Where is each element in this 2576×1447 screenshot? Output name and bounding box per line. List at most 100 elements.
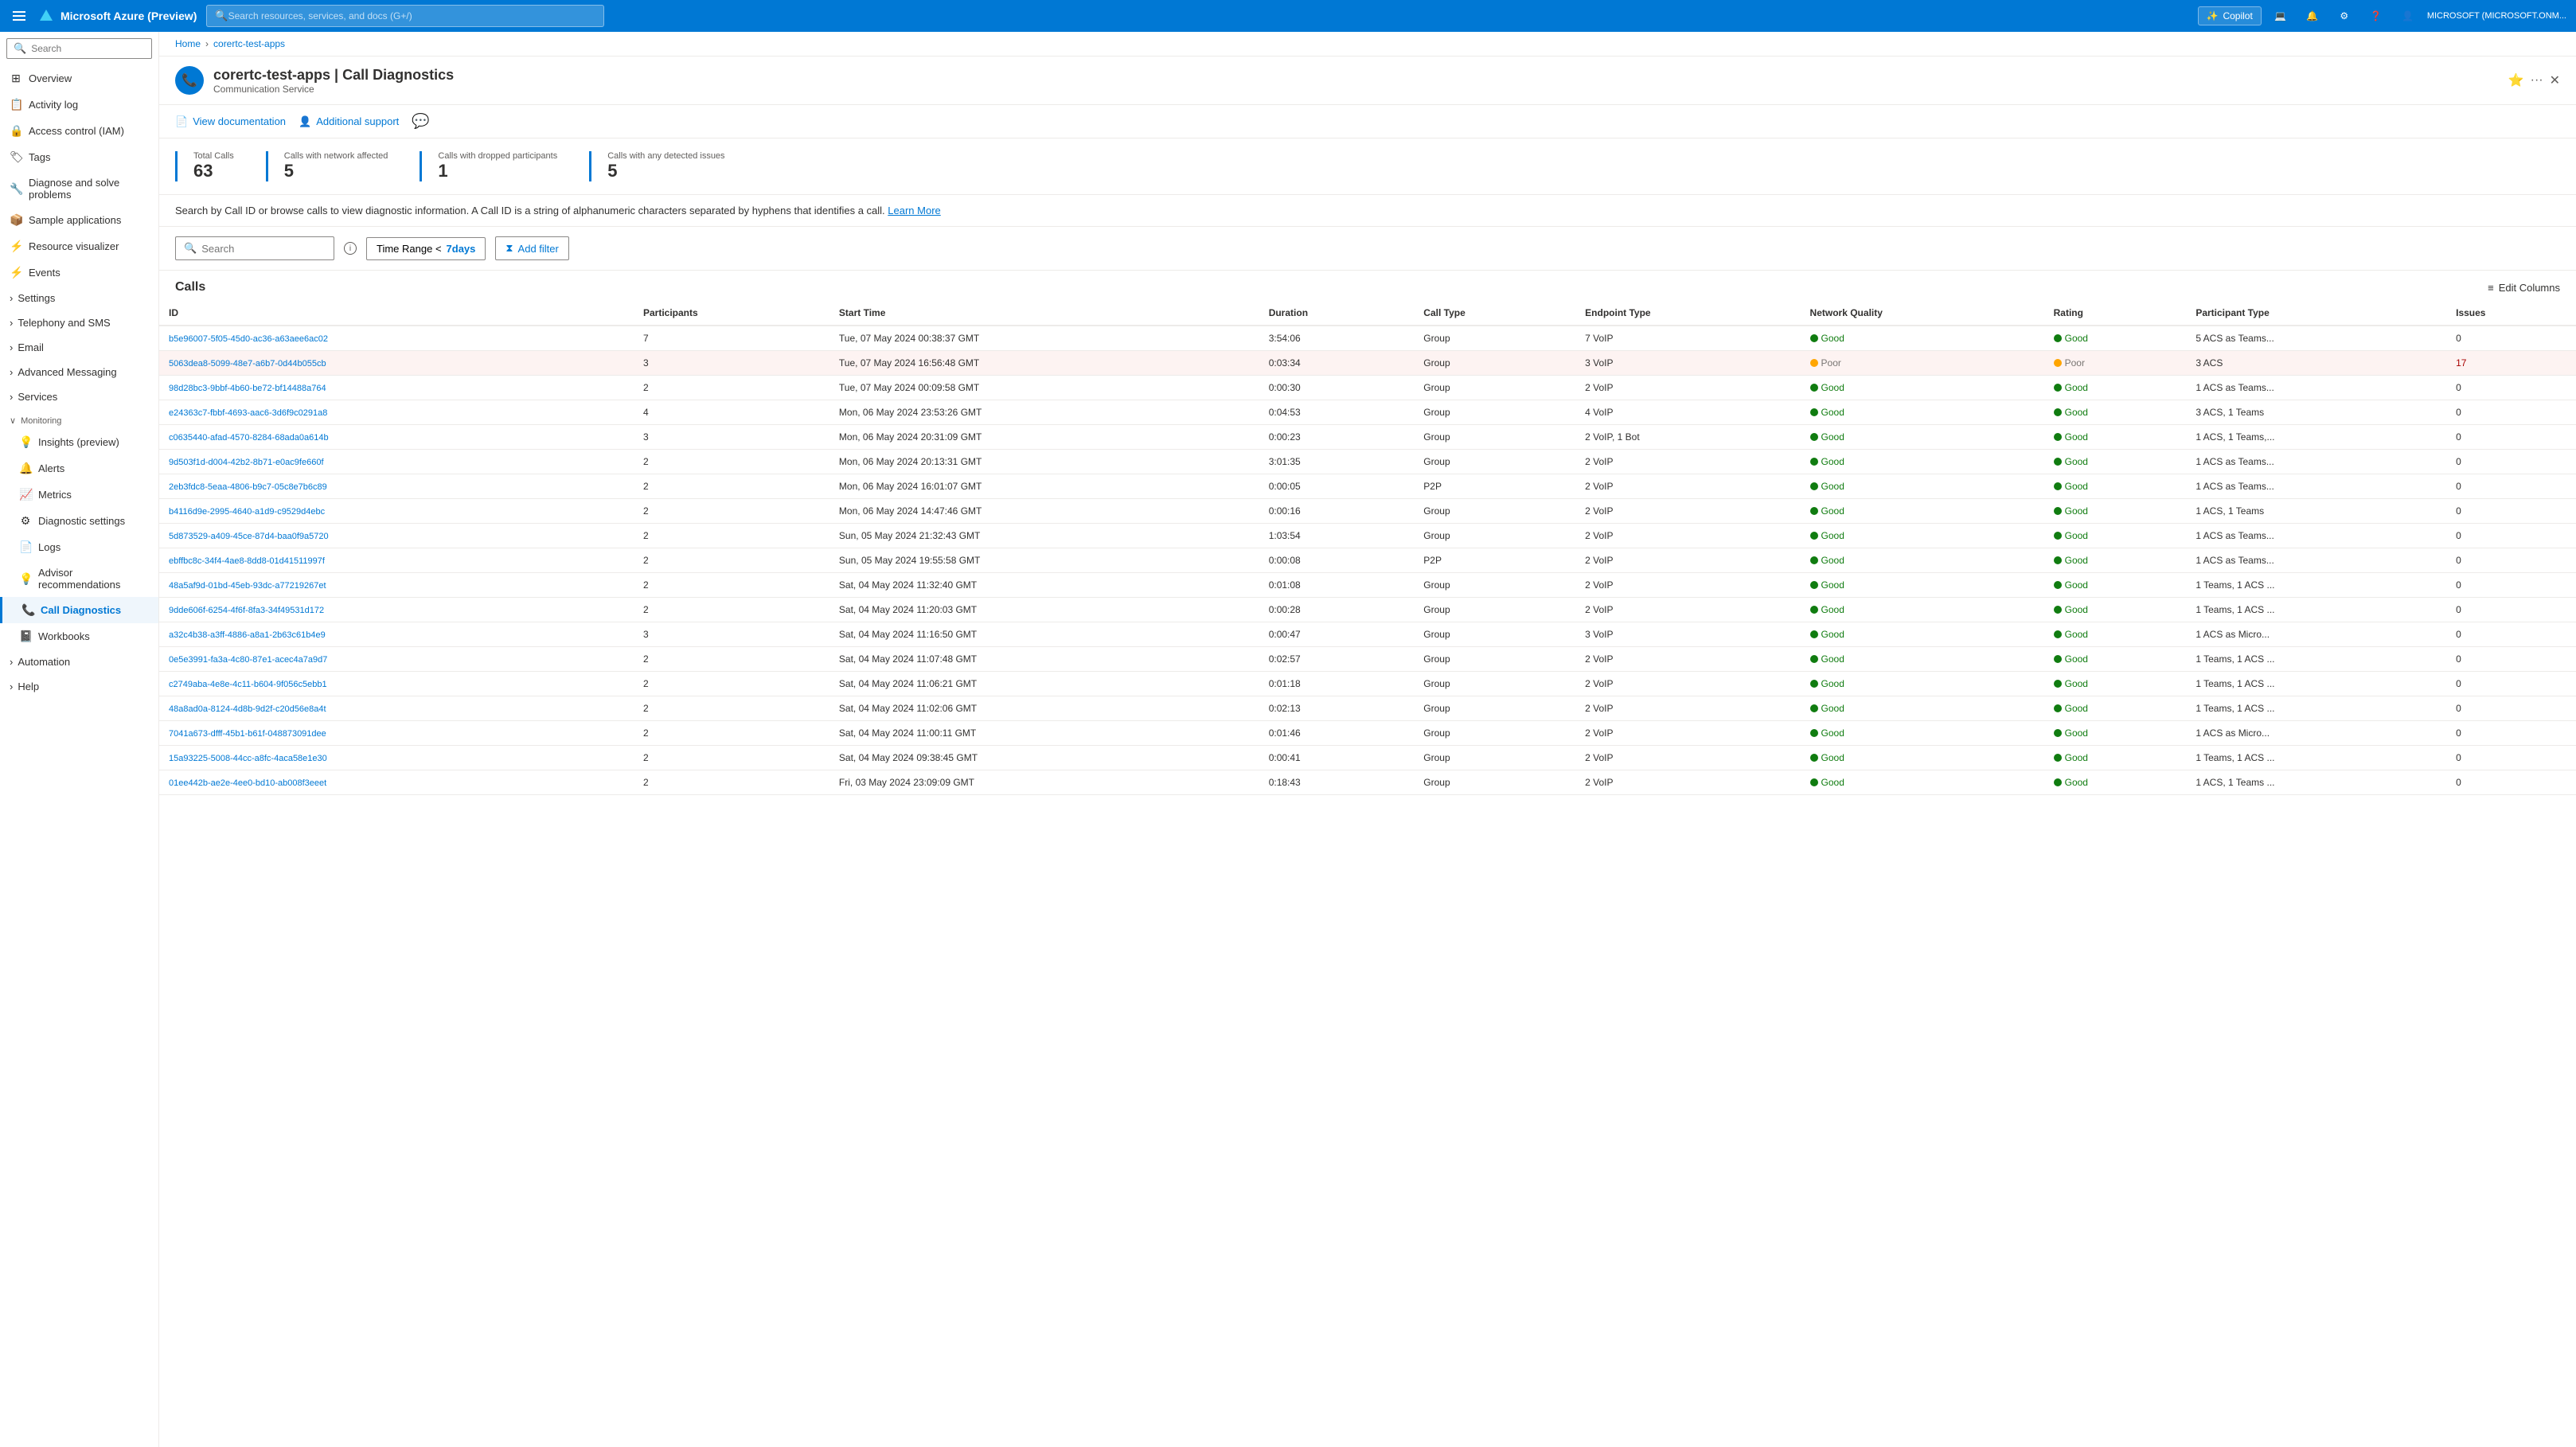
alerts-icon: 🔔 (19, 462, 32, 475)
cell-id[interactable]: 15a93225-5008-44cc-a8fc-4aca58e1e30 (159, 746, 634, 770)
sidebar-item-label: Email (18, 341, 44, 353)
sidebar-item-resource-visualizer[interactable]: ⚡ Resource visualizer (0, 233, 158, 259)
edit-columns-button[interactable]: ≡ Edit Columns (2488, 282, 2560, 294)
cell-id[interactable]: 2eb3fdc8-5eaa-4806-b9c7-05c8e7b6c89 (159, 474, 634, 499)
more-options-button[interactable]: ··· (2531, 73, 2543, 88)
cell-id[interactable]: b4116d9e-2995-4640-a1d9-c9529d4ebc (159, 499, 634, 524)
call-id-link[interactable]: 5063dea8-5099-48e7-a6b7-0d44b055cb (169, 359, 326, 369)
sidebar-item-telephony[interactable]: › Telephony and SMS (0, 310, 158, 335)
call-id-link[interactable]: ebffbc8c-34f4-4ae8-8dd8-01d41511997f (169, 556, 325, 566)
global-search[interactable]: 🔍 (206, 5, 604, 27)
call-id-link[interactable]: 48a8ad0a-8124-4d8b-9d2f-c20d56e8a4t (169, 704, 326, 714)
cell-participant-type: 1 Teams, 1 ACS ... (2186, 746, 2446, 770)
help-button[interactable]: ❓ (2363, 3, 2389, 29)
cell-participants: 2 (634, 376, 829, 400)
sidebar-item-access-control[interactable]: 🔒 Access control (IAM) (0, 118, 158, 144)
cell-id[interactable]: ebffbc8c-34f4-4ae8-8dd8-01d41511997f (159, 548, 634, 573)
additional-support-button[interactable]: 👤 Additional support (299, 115, 399, 128)
time-range-button[interactable]: Time Range < 7days (366, 237, 486, 260)
cell-network-quality: Good (1801, 696, 2044, 721)
settings-button[interactable]: ⚙ (2332, 3, 2357, 29)
account-button[interactable]: 👤 (2395, 3, 2421, 29)
sidebar-item-diagnostic-settings[interactable]: ⚙ Diagnostic settings (0, 508, 158, 534)
call-id-link[interactable]: 15a93225-5008-44cc-a8fc-4aca58e1e30 (169, 754, 327, 763)
call-id-link[interactable]: a32c4b38-a3ff-4886-a8a1-2b63c61b4e9 (169, 630, 326, 640)
cell-id[interactable]: 5d873529-a409-45ce-87d4-baa0f9a5720 (159, 524, 634, 548)
sidebar-item-automation[interactable]: › Automation (0, 649, 158, 674)
close-button[interactable]: ✕ (2550, 72, 2560, 88)
sidebar-item-help[interactable]: › Help (0, 674, 158, 699)
sidebar-item-advisor-recs[interactable]: 💡 Advisor recommendations (0, 560, 158, 597)
cell-id[interactable]: 9d503f1d-d004-42b2-8b71-e0ac9fe660f (159, 450, 634, 474)
cell-id[interactable]: 0e5e3991-fa3a-4c80-87e1-acec4a7a9d7 (159, 647, 634, 672)
sidebar-item-advanced-messaging[interactable]: › Advanced Messaging (0, 360, 158, 384)
hamburger-menu[interactable] (10, 8, 29, 24)
call-id-link[interactable]: 7041a673-dfff-45b1-b61f-048873091dee (169, 729, 326, 739)
feedback-icon[interactable]: 💬 (412, 113, 429, 130)
call-id-link[interactable]: 01ee442b-ae2e-4ee0-bd10-ab008f3eeet (169, 778, 326, 788)
sidebar-item-events[interactable]: ⚡ Events (0, 259, 158, 286)
cell-id[interactable]: 48a8ad0a-8124-4d8b-9d2f-c20d56e8a4t (159, 696, 634, 721)
call-id-link[interactable]: 98d28bc3-9bbf-4b60-be72-bf14488a764 (169, 384, 326, 393)
sidebar-item-activity-log[interactable]: 📋 Activity log (0, 92, 158, 118)
call-id-link[interactable]: b5e96007-5f05-45d0-ac36-a63aee6ac02 (169, 334, 328, 344)
sidebar-item-call-diagnostics[interactable]: 📞 Call Diagnostics (0, 597, 158, 623)
sidebar-item-workbooks[interactable]: 📓 Workbooks (0, 623, 158, 649)
sidebar-search-input[interactable] (31, 43, 145, 54)
call-id-link[interactable]: b4116d9e-2995-4640-a1d9-c9529d4ebc (169, 507, 325, 517)
cell-id[interactable]: e24363c7-fbbf-4693-aac6-3d6f9c0291a8 (159, 400, 634, 425)
sidebar-item-overview[interactable]: ⊞ Overview (0, 65, 158, 92)
call-id-link[interactable]: 5d873529-a409-45ce-87d4-baa0f9a5720 (169, 532, 329, 541)
cell-id[interactable]: b5e96007-5f05-45d0-ac36-a63aee6ac02 (159, 326, 634, 351)
cell-id[interactable]: 5063dea8-5099-48e7-a6b7-0d44b055cb (159, 351, 634, 376)
notifications-button[interactable]: 🔔 (2300, 3, 2325, 29)
call-id-link[interactable]: e24363c7-fbbf-4693-aac6-3d6f9c0291a8 (169, 408, 327, 418)
cloud-shell-button[interactable]: 💻 (2268, 3, 2293, 29)
call-id-link[interactable]: 9dde606f-6254-4f6f-8fa3-34f49531d172 (169, 606, 324, 615)
cell-call-type: Group (1414, 326, 1575, 351)
cell-id[interactable]: a32c4b38-a3ff-4886-a8a1-2b63c61b4e9 (159, 622, 634, 647)
learn-more-link[interactable]: Learn More (888, 205, 940, 216)
call-id-link[interactable]: 9d503f1d-d004-42b2-8b71-e0ac9fe660f (169, 458, 324, 467)
search-info-button[interactable]: i (344, 242, 357, 255)
cell-id[interactable]: 48a5af9d-01bd-45eb-93dc-a77219267et (159, 573, 634, 598)
breadcrumb-home[interactable]: Home (175, 38, 201, 49)
cell-participants: 4 (634, 400, 829, 425)
cell-duration: 0:00:23 (1259, 425, 1415, 450)
calls-search-box[interactable]: 🔍 (175, 236, 334, 260)
sidebar-item-logs[interactable]: 📄 Logs (0, 534, 158, 560)
calls-search-input[interactable] (201, 243, 326, 255)
cell-participant-type: 1 Teams, 1 ACS ... (2186, 598, 2446, 622)
global-search-input[interactable] (228, 10, 596, 21)
cell-issues: 0 (2446, 425, 2576, 450)
sidebar-item-tags[interactable]: 🏷 Tags (0, 144, 158, 170)
sidebar-item-email[interactable]: › Email (0, 335, 158, 360)
call-id-link[interactable]: c0635440-afad-4570-8284-68ada0a614b (169, 433, 329, 443)
cell-id[interactable]: 01ee442b-ae2e-4ee0-bd10-ab008f3eeet (159, 770, 634, 795)
sidebar-item-diagnose[interactable]: 🔧 Diagnose and solve problems (0, 170, 158, 207)
add-filter-button[interactable]: ⧗ Add filter (495, 236, 568, 260)
favorite-button[interactable]: ⭐ (2508, 72, 2524, 88)
cell-id[interactable]: c0635440-afad-4570-8284-68ada0a614b (159, 425, 634, 450)
sidebar-monitoring-group[interactable]: ∨ Monitoring (0, 409, 158, 429)
sidebar-item-insights[interactable]: 💡 Insights (preview) (0, 429, 158, 455)
sidebar-item-services[interactable]: › Services (0, 384, 158, 409)
breadcrumb-resource[interactable]: corertc-test-apps (213, 38, 285, 49)
cell-id[interactable]: c2749aba-4e8e-4c11-b604-9f056c5ebb1 (159, 672, 634, 696)
sidebar-item-metrics[interactable]: 📈 Metrics (0, 482, 158, 508)
call-id-link[interactable]: 48a5af9d-01bd-45eb-93dc-a77219267et (169, 581, 326, 591)
sidebar-search[interactable]: 🔍 (6, 38, 152, 59)
sidebar-item-settings[interactable]: › Settings (0, 286, 158, 310)
call-id-link[interactable]: c2749aba-4e8e-4c11-b604-9f056c5ebb1 (169, 680, 327, 689)
call-id-link[interactable]: 0e5e3991-fa3a-4c80-87e1-acec4a7a9d7 (169, 655, 327, 665)
sidebar-item-alerts[interactable]: 🔔 Alerts (0, 455, 158, 482)
copilot-button[interactable]: ✨ Copilot (2198, 6, 2262, 25)
view-docs-button[interactable]: 📄 View documentation (175, 115, 286, 128)
cell-id[interactable]: 9dde606f-6254-4f6f-8fa3-34f49531d172 (159, 598, 634, 622)
table-body: b5e96007-5f05-45d0-ac36-a63aee6ac02 7 Tu… (159, 326, 2576, 795)
call-id-link[interactable]: 2eb3fdc8-5eaa-4806-b9c7-05c8e7b6c89 (169, 482, 327, 492)
cell-id[interactable]: 98d28bc3-9bbf-4b60-be72-bf14488a764 (159, 376, 634, 400)
cell-id[interactable]: 7041a673-dfff-45b1-b61f-048873091dee (159, 721, 634, 746)
cell-start-time: Sat, 04 May 2024 11:00:11 GMT (829, 721, 1259, 746)
sidebar-item-sample-apps[interactable]: 📦 Sample applications (0, 207, 158, 233)
